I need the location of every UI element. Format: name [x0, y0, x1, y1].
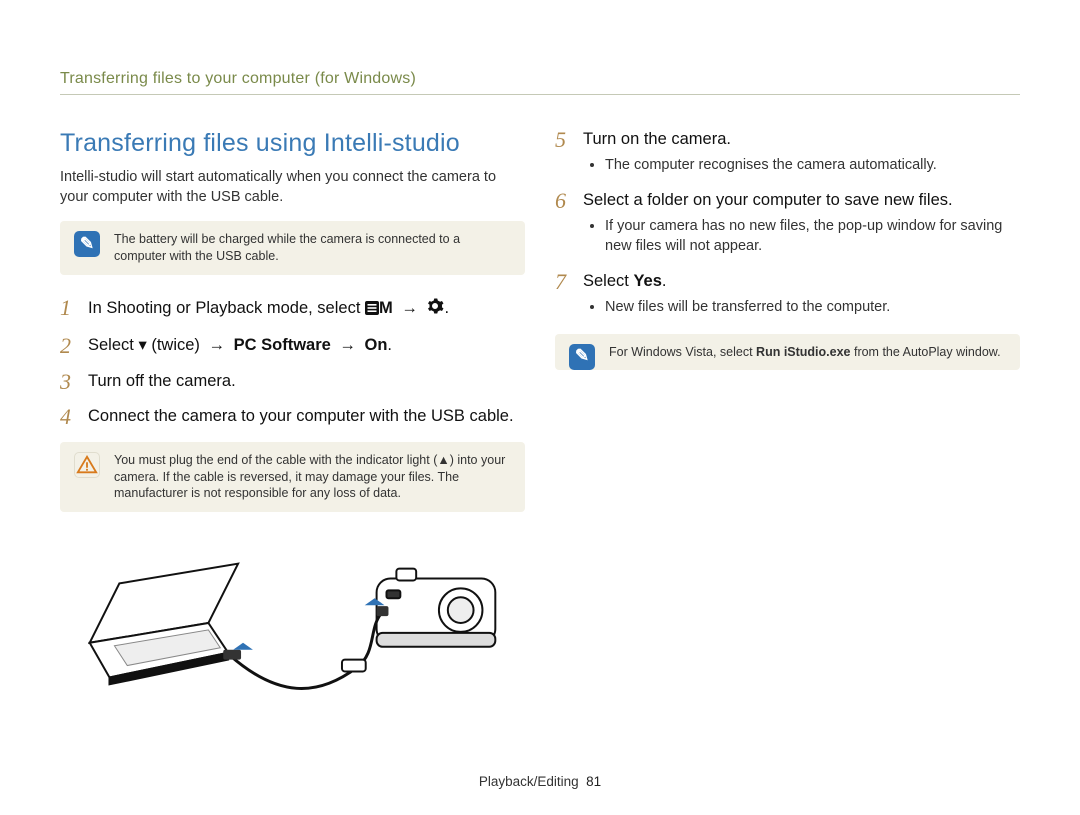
step-1-m: M: [379, 299, 393, 317]
step-6-sub: If your camera has no new files, the pop…: [583, 217, 1020, 256]
steps-left: In Shooting or Playback mode, select M →…: [60, 297, 525, 428]
left-column: Transferring ﬁles using Intelli-studio I…: [60, 123, 525, 713]
step-5-sub-item: The computer recognises the camera autom…: [605, 156, 1020, 176]
footer-section: Playback/Editing: [479, 774, 579, 789]
note-icon: ✎: [74, 231, 100, 257]
note2-exe: Run iStudio.exe: [756, 345, 850, 359]
warning-icon: [74, 452, 100, 478]
step-3: Turn off the camera.: [60, 371, 525, 392]
note-box-battery: ✎ The battery will be charged while the …: [60, 221, 525, 275]
step-7-yes: Yes: [633, 272, 661, 290]
note2-part-c: from the AutoPlay window.: [851, 345, 1001, 359]
step-2: Select ▾ (twice) → PC Software → On.: [60, 335, 525, 356]
step-2-part-b: (twice): [151, 336, 204, 354]
step-5: Turn on the camera. The computer recogni…: [555, 129, 1020, 176]
step-1: In Shooting or Playback mode, select M →…: [60, 297, 525, 321]
note-box-vista: ✎ For Windows Vista, select Run iStudio.…: [555, 334, 1020, 371]
page-footer: Playback/Editing 81: [0, 774, 1080, 789]
note-text: The battery will be charged while the ca…: [114, 232, 460, 263]
gear-icon: [426, 297, 444, 321]
step-7: Select Yes. New files will be transferre…: [555, 271, 1020, 318]
connection-illustration: [60, 538, 525, 708]
arrow-icon: →: [205, 336, 230, 354]
breadcrumb: Transferring files to your computer (for…: [60, 70, 1020, 95]
arrow-icon: →: [335, 336, 360, 354]
step-5-sub: The computer recognises the camera autom…: [583, 156, 1020, 176]
step-2-on: On: [364, 336, 387, 354]
content-columns: Transferring ﬁles using Intelli-studio I…: [60, 123, 1020, 713]
step-7-text: Select Yes.: [583, 271, 1020, 292]
page-number: 81: [586, 774, 601, 789]
step-5-text: Turn on the camera.: [583, 129, 1020, 150]
step-4: Connect the camera to your computer with…: [60, 406, 525, 427]
step-2-part-a: Select: [88, 336, 138, 354]
section-heading: Transferring ﬁles using Intelli-studio: [60, 129, 525, 158]
warning-text: You must plug the end of the cable with …: [114, 453, 505, 501]
step-2-pc: PC Software: [234, 336, 331, 354]
step-1-text: In Shooting or Playback mode, select M →…: [88, 297, 525, 321]
intro-text: Intelli-studio will start automatically …: [60, 168, 525, 207]
step-7-dot: .: [662, 272, 667, 290]
step-7-sub-item: New files will be transferred to the com…: [605, 298, 1020, 318]
down-icon: ▾: [138, 336, 146, 354]
right-column: Turn on the camera. The computer recogni…: [555, 123, 1020, 713]
step-6: Select a folder on your computer to save…: [555, 190, 1020, 257]
step-7-sub: New files will be transferred to the com…: [583, 298, 1020, 318]
step-6-sub-item: If your camera has no new files, the pop…: [605, 217, 1020, 256]
warning-box: You must plug the end of the cable with …: [60, 442, 525, 513]
step-6-text: Select a folder on your computer to save…: [583, 190, 1020, 211]
indicator-arrow-icon: [233, 643, 253, 650]
step-3-text: Turn off the camera.: [88, 371, 525, 392]
note-icon: ✎: [569, 344, 595, 370]
note2-part-a: For Windows Vista, select: [609, 345, 756, 359]
step-4-text: Connect the camera to your computer with…: [88, 406, 525, 427]
page: Transferring files to your computer (for…: [0, 0, 1080, 815]
arrow-icon: →: [397, 299, 422, 317]
step-1-dot: .: [444, 299, 449, 317]
menu-icon: [365, 300, 379, 314]
steps-right: Turn on the camera. The computer recogni…: [555, 129, 1020, 318]
step-7-part-a: Select: [583, 272, 633, 290]
step-1-part-a: In Shooting or Playback mode, select: [88, 299, 365, 317]
step-2-text: Select ▾ (twice) → PC Software → On.: [88, 335, 525, 356]
step-2-dot: .: [387, 336, 392, 354]
